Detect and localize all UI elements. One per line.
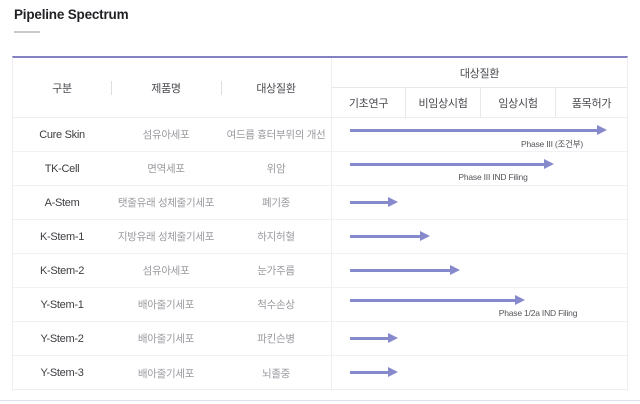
table-header-stages: 대상질환 기초연구 비임상시험 임상시험 품목허가 <box>331 58 627 117</box>
row-category: A-Stem <box>44 196 80 209</box>
phase-label: Phase III (조건부) <box>520 139 584 149</box>
table-row: K-Stem-2 섬유아세포 눈가주름 <box>13 254 627 288</box>
progress-arrow-shaft <box>350 337 390 340</box>
table-header-left: 구분 제품명 대상질환 <box>13 58 331 117</box>
row-progress-track <box>331 220 627 253</box>
progress-arrow <box>350 197 398 208</box>
table-row: Y-Stem-2 배아줄기세포 파킨슨병 <box>13 322 627 356</box>
stage-col-approval: 품목허가 <box>555 88 627 117</box>
progress-arrow <box>350 125 607 136</box>
row-progress-track <box>331 186 627 219</box>
pipeline-table: 구분 제품명 대상질환 대상질환 기초연구 비임상시험 임상시험 품목허가 Cu… <box>12 56 628 390</box>
progress-arrow-head <box>515 295 525 305</box>
progress-arrow-head <box>388 197 398 207</box>
progress-arrow <box>350 231 430 242</box>
table-row: Y-Stem-1 배아줄기세포 척수손상 Phase 1/2a IND Fili… <box>13 288 627 322</box>
row-disease: 여드름 흉터부위의 개선 <box>226 129 326 141</box>
progress-arrow <box>350 159 554 170</box>
progress-arrow-shaft <box>350 163 546 166</box>
table-row: K-Stem-1 지방유래 성체줄기세포 하지허혈 <box>13 220 627 254</box>
progress-arrow-head <box>388 367 398 377</box>
page-bottom-divider <box>0 400 640 401</box>
row-disease: 눈가주름 <box>257 265 295 277</box>
progress-arrow-shaft <box>350 269 452 272</box>
progress-arrow <box>350 295 525 306</box>
row-category: Y-Stem-2 <box>40 332 84 345</box>
row-progress-track: Phase III IND Filing <box>331 152 627 185</box>
row-product: 지방유래 성체줄기세포 <box>117 231 215 243</box>
progress-arrow <box>350 333 398 344</box>
page-title: Pipeline Spectrum <box>14 7 129 22</box>
stage-col-basic-research: 기초연구 <box>348 97 389 110</box>
row-progress-track <box>331 356 627 390</box>
progress-arrow-shaft <box>350 235 422 238</box>
progress-arrow <box>350 265 460 276</box>
row-disease: 파킨슨병 <box>257 333 295 345</box>
progress-arrow-head <box>420 231 430 241</box>
row-progress-track <box>331 254 627 287</box>
table-row: A-Stem 탯줄유래 성체줄기세포 폐기종 <box>13 186 627 220</box>
column-header-category: 구분 <box>52 82 72 95</box>
progress-arrow-head <box>544 159 554 169</box>
progress-arrow-head <box>597 125 607 135</box>
row-product: 섬유아세포 <box>142 265 190 277</box>
column-header-product: 제품명 <box>151 82 181 95</box>
row-progress-track: Phase 1/2a IND Filing <box>331 288 627 321</box>
progress-arrow-head <box>388 333 398 343</box>
progress-arrow-shaft <box>350 201 390 204</box>
phase-label: Phase III IND Filing <box>458 172 528 182</box>
row-disease: 뇌졸중 <box>261 367 291 380</box>
row-category: TK-Cell <box>44 162 80 175</box>
table-header: 구분 제품명 대상질환 대상질환 기초연구 비임상시험 임상시험 품목허가 <box>13 58 627 118</box>
progress-arrow-shaft <box>350 129 599 132</box>
stage-group-header: 대상질환 <box>332 58 627 88</box>
table-row: TK-Cell 면역세포 위암 Phase III IND Filing <box>13 152 627 186</box>
header-separator <box>221 81 222 95</box>
row-progress-track: Phase III (조건부) <box>331 118 627 151</box>
row-disease: 위암 <box>266 163 286 175</box>
row-disease: 폐기종 <box>261 197 291 209</box>
phase-label: Phase 1/2a IND Filing <box>498 308 578 318</box>
progress-arrow-shaft <box>350 299 517 302</box>
stage-col-clinical: 임상시험 <box>480 88 555 117</box>
row-product: 배아줄기세포 <box>137 299 195 311</box>
row-category: K-Stem-2 <box>39 264 85 277</box>
title-underline <box>14 31 40 33</box>
stage-col-nonclinical: 비임상시험 <box>405 88 480 117</box>
progress-arrow-shaft <box>350 371 390 374</box>
progress-arrow-head <box>450 265 460 275</box>
row-category: K-Stem-1 <box>39 230 85 243</box>
row-disease: 척수손상 <box>257 299 295 311</box>
table-row: Cure Skin 섬유아세포 여드름 흉터부위의 개선 Phase III (… <box>13 118 627 152</box>
row-disease: 하지허혈 <box>257 231 295 243</box>
row-category: Y-Stem-3 <box>40 367 84 379</box>
row-category: Y-Stem-1 <box>40 298 84 311</box>
table-body: Cure Skin 섬유아세포 여드름 흉터부위의 개선 Phase III (… <box>13 118 627 390</box>
table-row: Y-Stem-3 배아줄기세포 뇌졸중 <box>13 356 627 390</box>
header-separator <box>111 81 112 95</box>
row-product: 면역세포 <box>147 163 185 175</box>
row-product: 탯줄유래 성체줄기세포 <box>117 197 215 209</box>
progress-arrow <box>350 367 398 378</box>
column-header-disease: 대상질환 <box>256 82 296 95</box>
row-category: Cure Skin <box>39 128 85 141</box>
row-product: 섬유아세포 <box>142 129 190 141</box>
row-progress-track <box>331 322 627 355</box>
row-product: 배아줄기세포 <box>137 333 195 345</box>
row-product: 배아줄기세포 <box>137 367 195 380</box>
